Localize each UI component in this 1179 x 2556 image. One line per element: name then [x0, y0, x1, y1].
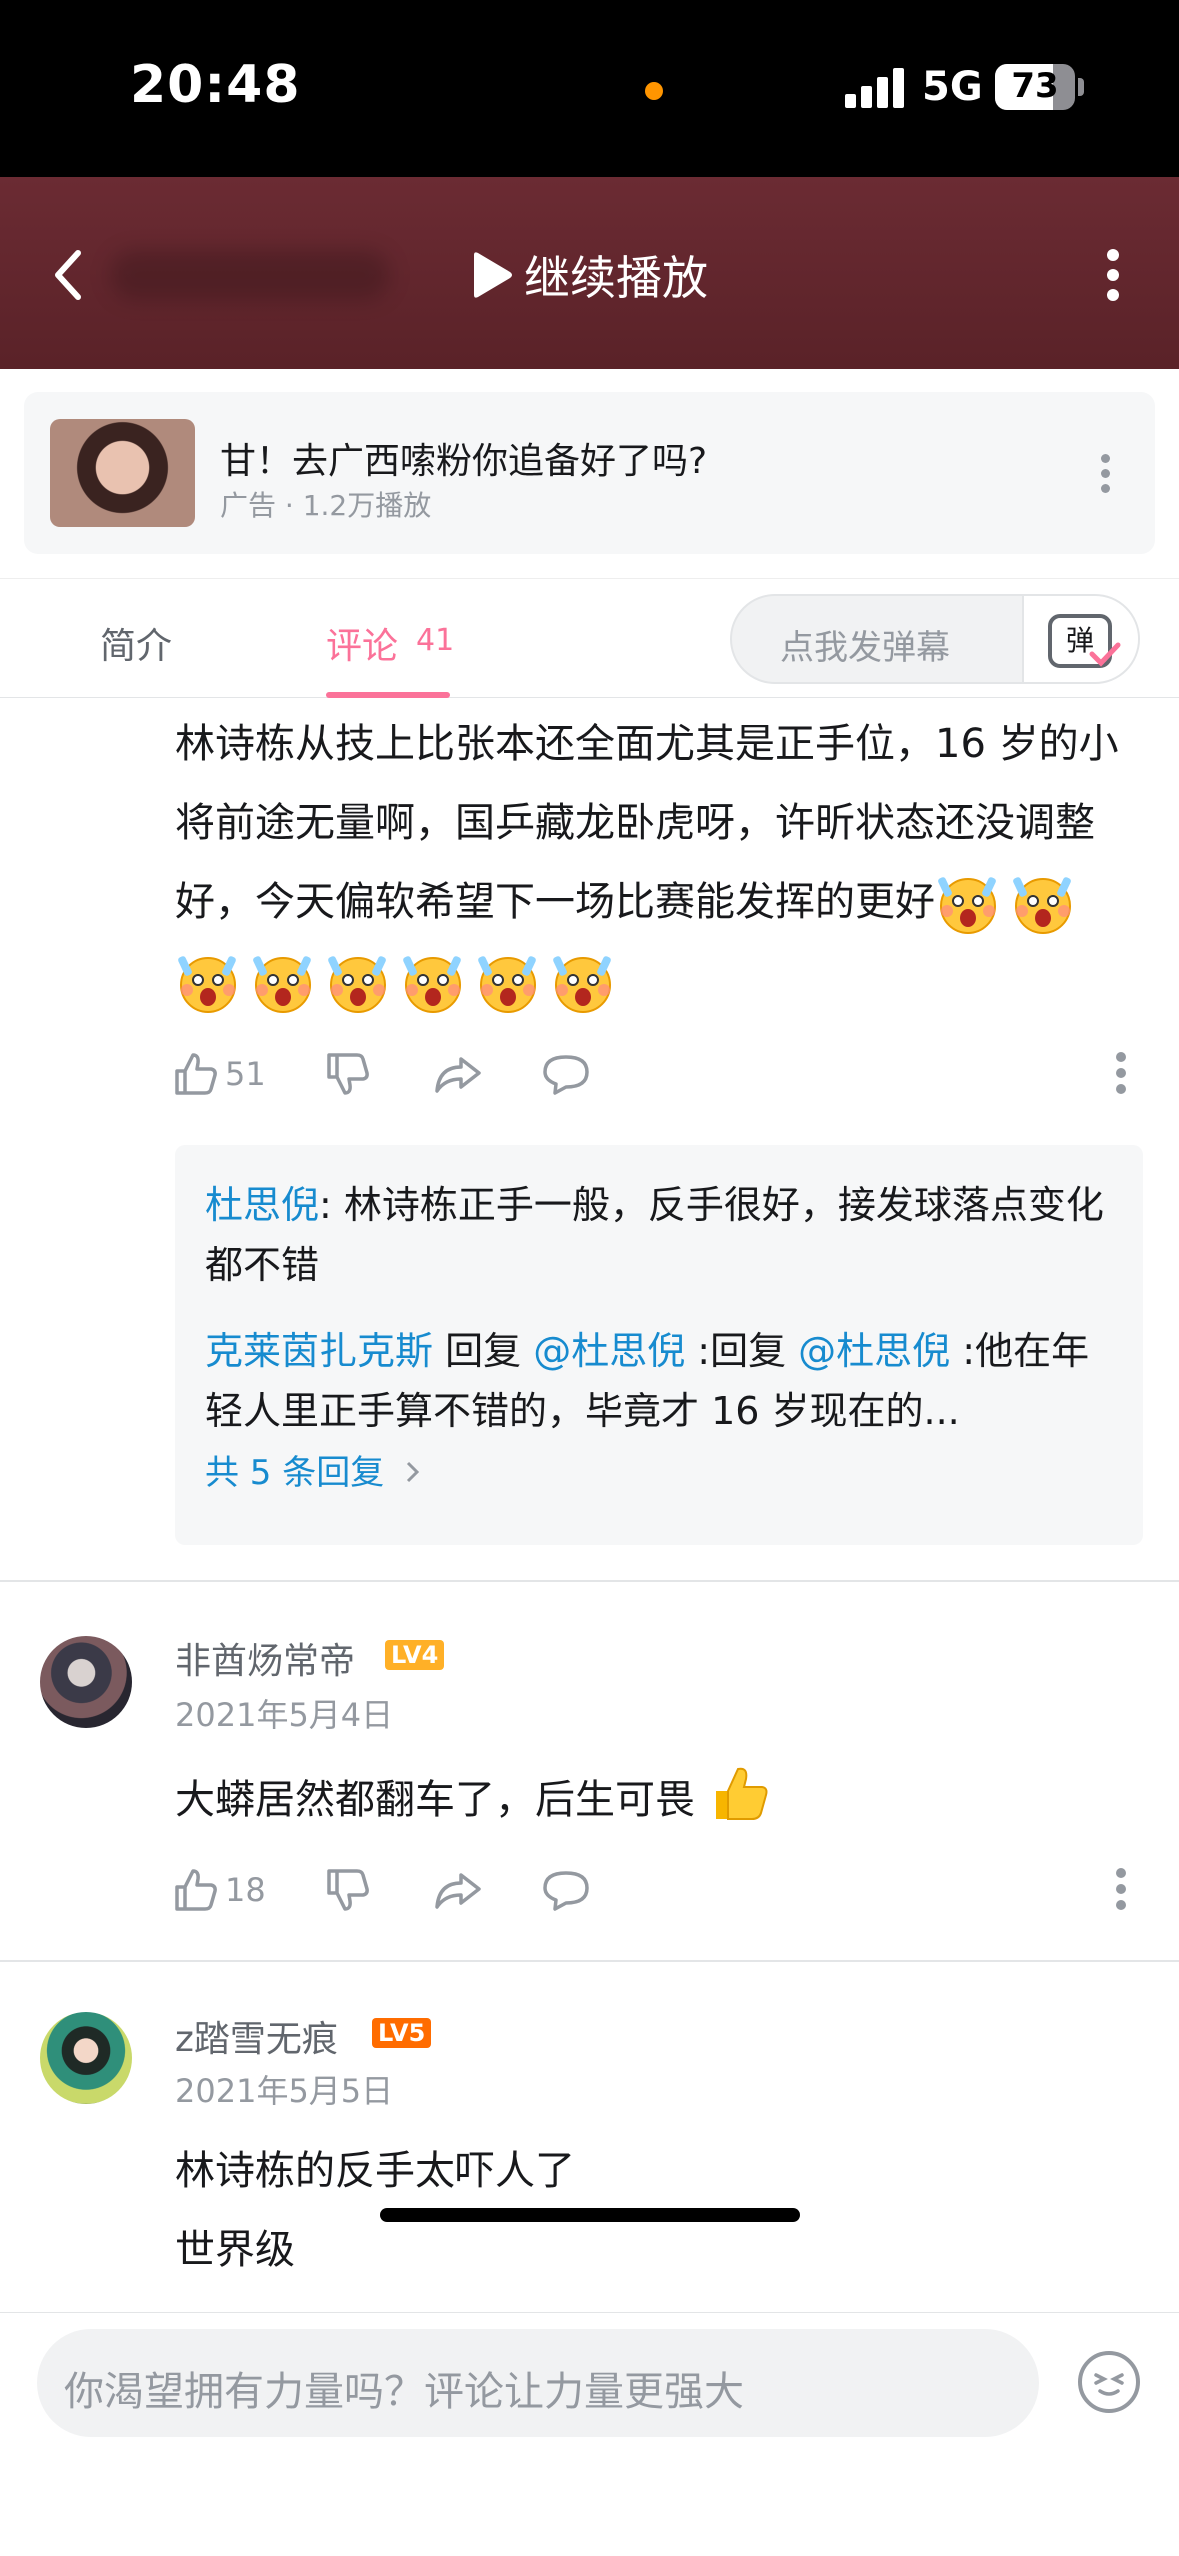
comment-body: 大蟒居然都翻车了，后生可畏 [175, 1777, 695, 1823]
battery-percent: 73 [1011, 66, 1059, 106]
comment-date: 2021年5月4日 [175, 1696, 394, 1734]
level-badge: LV5 [372, 2018, 432, 2048]
reply-user[interactable]: 杜思倪 [205, 1183, 319, 1227]
share-icon [435, 1873, 481, 1909]
comment-divider [0, 1580, 1179, 1582]
mention-link[interactable]: @杜思倪 [533, 1329, 685, 1373]
comment-username[interactable]: 非酋炀常帝 [175, 1632, 355, 1684]
like-count: 18 [225, 1871, 266, 1909]
thumbs-up-emoji [715, 1767, 768, 1820]
status-bar: 20:48 5G 73 [0, 0, 1179, 177]
scream-emoji [935, 871, 1003, 937]
reply-item[interactable]: 克莱茵扎克斯 回复 @杜思倪 :回复 @杜思倪 :他在年轻人里正手算不错的，毕竟… [205, 1321, 1125, 1441]
dislike-icon [327, 1869, 369, 1911]
scream-emoji [325, 950, 393, 1016]
recording-indicator [645, 82, 663, 100]
like-count: 51 [225, 1055, 266, 1093]
scream-emoji [400, 950, 468, 1016]
comment-input-placeholder: 你渴望拥有力量吗？评论让力量更强大 [64, 2369, 744, 2415]
scream-emoji [475, 950, 543, 1016]
comment-line: 世界级 [175, 2227, 295, 2273]
reply-item[interactable]: 杜思倪: 林诗栋正手一般，反手很好，接发球落点变化都不错 [205, 1175, 1125, 1295]
avatar[interactable] [40, 1636, 132, 1728]
scream-emoji [250, 950, 318, 1016]
tab-intro[interactable]: 简介 [100, 617, 172, 669]
ad-card[interactable]: 甘！去广西嗦粉你追备好了吗? 广告 · 1.2万播放 [24, 392, 1155, 554]
reply-button[interactable] [541, 1860, 591, 1920]
resume-play-label: 继续播放 [524, 251, 708, 305]
reply-keyword: :回复 [685, 1329, 799, 1373]
tab-comments-count: 41 [416, 623, 455, 658]
battery-icon: 73 [995, 64, 1075, 110]
comment-more-icon[interactable] [1113, 1868, 1129, 1912]
dislike-icon [327, 1053, 369, 1095]
chevron-right-icon [407, 1461, 420, 1483]
more-vertical-icon[interactable] [1098, 245, 1128, 305]
signal-icon [845, 66, 905, 108]
blurred-title [110, 250, 390, 300]
comment-more-icon[interactable] [1113, 1052, 1129, 1096]
home-indicator [380, 2208, 800, 2222]
reply-keyword: 回复 [433, 1329, 534, 1373]
ad-more-icon[interactable] [1096, 452, 1116, 496]
scream-emoji [550, 950, 618, 1016]
reply-button[interactable] [541, 1044, 591, 1104]
ad-title: 甘！去广西嗦粉你追备好了吗? [220, 441, 708, 482]
mention-link[interactable]: @杜思倪 [798, 1329, 950, 1373]
comment-actions: 51 [173, 1044, 1126, 1104]
dislike-button[interactable] [325, 1860, 371, 1920]
comment-line: 林诗栋的反手太吓人了 [175, 2148, 575, 2194]
reply-icon [543, 1871, 589, 1911]
back-icon[interactable] [48, 245, 88, 305]
comment-username[interactable]: z踏雪无痕 [175, 2010, 338, 2062]
level-badge: LV4 [385, 1640, 445, 1670]
reply-separator: : [319, 1183, 344, 1227]
network-type: 5G [922, 64, 983, 110]
tab-comments[interactable]: 评论 [326, 617, 398, 669]
active-tab-indicator [326, 692, 450, 698]
emoticon-icon[interactable] [1078, 2351, 1140, 2413]
danmu-toggle-button[interactable]: 弹 [1022, 596, 1138, 682]
reply-total-label: 共 5 条回复 [205, 1453, 385, 1493]
play-icon [474, 252, 512, 298]
like-icon [175, 1053, 217, 1095]
share-button[interactable] [433, 1044, 483, 1104]
ad-meta: 广告 · 1.2万播放 [220, 489, 432, 522]
danmu-placeholder: 点我发弹幕 [780, 628, 950, 668]
ad-thumbnail [50, 419, 195, 527]
battery-tip [1078, 78, 1084, 96]
share-icon [435, 1057, 481, 1093]
avatar[interactable] [40, 2012, 132, 2104]
dislike-button[interactable] [325, 1044, 371, 1104]
scream-emoji [175, 950, 243, 1016]
like-icon [175, 1869, 217, 1911]
danmu-entry[interactable]: 点我发弹幕 弹 [730, 594, 1140, 684]
scream-emoji [1010, 871, 1078, 937]
comment-actions: 18 [173, 1860, 1126, 1920]
comment-text: 林诗栋从技上比张本还全面尤其是正手位，16 岁的小将前途无量啊，国乒藏龙卧虎呀，… [175, 705, 1135, 1021]
comment-date: 2021年5月5日 [175, 2072, 394, 2110]
view-all-replies-link[interactable]: 共 5 条回复 [205, 1445, 423, 1494]
like-button[interactable]: 51 [173, 1044, 266, 1104]
tab-bar: 简介 评论 41 点我发弹幕 弹 [0, 578, 1179, 698]
reply-user[interactable]: 克莱茵扎克斯 [205, 1329, 433, 1373]
comment-divider [0, 1960, 1179, 1962]
share-button[interactable] [433, 1860, 483, 1920]
comment-composer: 你渴望拥有力量吗？评论让力量更强大 [0, 2208, 1179, 2556]
reply-preview-box[interactable]: 杜思倪: 林诗栋正手一般，反手很好，接发球落点变化都不错 克莱茵扎克斯 回复 @… [175, 1145, 1143, 1545]
like-button[interactable]: 18 [173, 1860, 266, 1920]
status-time: 20:48 [130, 55, 301, 115]
check-icon [1089, 642, 1121, 667]
comment-text: 大蟒居然都翻车了，后生可畏 [175, 1761, 772, 1840]
reply-icon [543, 1055, 589, 1095]
resume-play-button[interactable]: 继续播放 [470, 240, 708, 310]
comment-input[interactable]: 你渴望拥有力量吗？评论让力量更强大 [37, 2329, 1039, 2437]
